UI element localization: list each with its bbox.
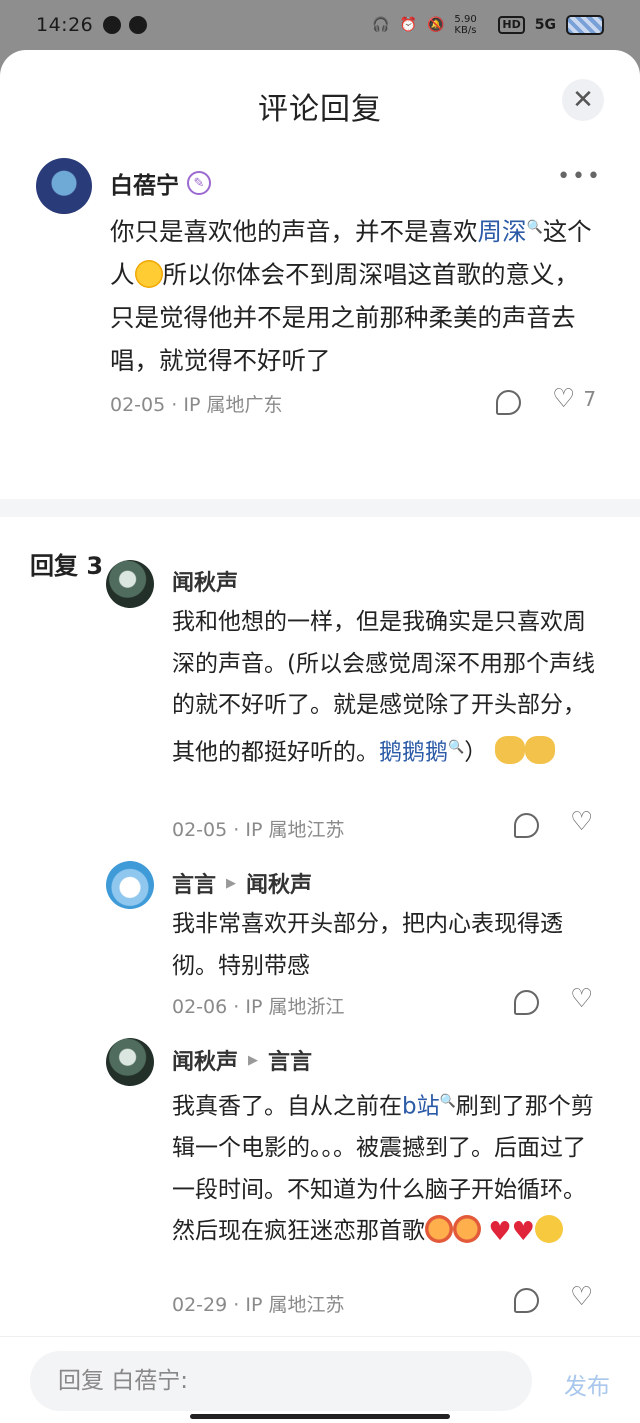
signal-icon: 5G (534, 17, 556, 33)
comment-date: 02-05 (110, 394, 166, 416)
avatar[interactable] (106, 560, 154, 608)
reply-to-arrow-icon: ▶ (248, 1052, 259, 1068)
hd-icon: HD (498, 16, 525, 34)
sheet-title: 评论回复 (258, 92, 382, 127)
net-speed: 5.90 KB/s (454, 14, 477, 36)
main-comment: 白蓓宁 ✎ ••• 你只是喜欢他的声音，并不是喜欢周深🔍这个人 所以你体会不到周深… (0, 154, 640, 449)
status-bar: 14:26 🎧 ⏰ 🔕 5.90 KB/s HD 5G (0, 0, 640, 50)
search-link[interactable]: b站 (402, 1094, 440, 1120)
more-options-icon[interactable]: ••• (557, 164, 602, 189)
reply-text: 我真香了。自从之前在b站🔍刷到了那个剪辑一个电影的。。。被震撼到了。后面过了一段… (172, 1093, 594, 1248)
search-icon: 🔍 (526, 220, 543, 235)
status-time: 14:26 (36, 14, 94, 36)
reply-to-user: 言言 (268, 1050, 313, 1075)
message-notification-icon (129, 16, 148, 34)
cat-emoji-icon (524, 736, 555, 765)
like-button[interactable]: ♡ (570, 1284, 593, 1310)
battery-icon (566, 15, 604, 35)
section-divider (0, 499, 640, 517)
avatar[interactable] (106, 861, 154, 909)
heart-icon: ♡ (570, 807, 594, 837)
comment-bubble-icon (514, 813, 539, 838)
comment-author[interactable]: 白蓓宁 ✎ (110, 166, 211, 200)
close-button[interactable]: ✕ (562, 79, 604, 121)
reply-button[interactable] (496, 390, 521, 415)
reply-text: 我和他想的一样，但是我确实是只喜欢周深的声音。(所以会感觉周深不用那个声线的就不… (172, 609, 595, 766)
home-indicator[interactable] (190, 1414, 450, 1419)
laugh-emoji-icon (134, 260, 163, 289)
reply-input[interactable] (30, 1351, 532, 1411)
cat-emoji-icon (494, 736, 525, 765)
reply-to-arrow-icon: ▶ (226, 875, 237, 891)
like-button[interactable]: ♡ (570, 809, 593, 835)
yum-emoji-icon (425, 1215, 453, 1244)
yum-emoji-icon (453, 1215, 481, 1244)
avatar[interactable] (106, 1038, 154, 1086)
reply-meta: 02-29 · IP 属地江苏 (172, 1294, 345, 1316)
reply-button[interactable] (514, 1288, 539, 1313)
comment-meta: 02-05 · IP 属地广东 (110, 394, 283, 416)
search-icon: 🔍 (439, 1094, 456, 1109)
mute-icon: 🔕 (426, 17, 445, 33)
comment-bubble-icon (514, 1288, 539, 1313)
comment-reply-sheet: 评论回复 ✕ 白蓓宁 ✎ ••• 你只是喜欢他的声音，并不是喜欢周深🔍这个人 所以… (0, 50, 640, 1423)
alarm-icon: ⏰ (399, 17, 417, 33)
like-count: 7 (583, 387, 597, 411)
comment-bubble-icon (496, 390, 521, 415)
author-name: 白蓓宁 (110, 173, 179, 199)
like-button[interactable]: ♡ 7 (552, 386, 596, 412)
reply-button[interactable] (514, 990, 539, 1015)
reply-author[interactable]: 闻秋声 (172, 565, 238, 597)
reply-author[interactable]: 闻秋声 ▶ 言言 (172, 1044, 312, 1076)
reply-to-user: 闻秋声 (246, 873, 313, 898)
sheet-header: 评论回复 ✕ (0, 50, 640, 154)
reply-author[interactable]: 言言 ▶ 闻秋声 (172, 867, 312, 899)
red-heart-emoji-icon: ♥ (488, 1217, 512, 1248)
reply-text: 我非常喜欢开头部分，把内心表现得透彻。特别带感 (172, 911, 563, 979)
reply-meta: 02-06 · IP 属地浙江 (172, 996, 345, 1018)
heart-icon: ♡ (552, 384, 576, 414)
heart-icon: ♡ (570, 984, 594, 1014)
comment-bubble-icon (514, 990, 539, 1015)
comment-ip: IP 属地广东 (183, 394, 283, 416)
reply-composer: 发布 (0, 1336, 640, 1423)
like-button[interactable]: ♡ (570, 986, 593, 1012)
search-icon: 🔍 (448, 739, 465, 755)
search-link[interactable]: 鹅鹅鹅 (379, 739, 448, 765)
close-icon: ✕ (572, 85, 594, 115)
avatar[interactable] (36, 158, 92, 214)
reply-button[interactable] (514, 813, 539, 838)
publish-button[interactable]: 发布 (564, 1367, 610, 1401)
headphone-icon: 🎧 (372, 17, 390, 33)
red-heart-emoji-icon: ♥ (511, 1217, 535, 1248)
reply-meta: 02-05 · IP 属地江苏 (172, 819, 345, 841)
badge-icon: ✎ (187, 171, 211, 195)
comment-text: 你只是喜欢他的声音，并不是喜欢周深🔍这个人 所以你体会不到周深唱这首歌的意义，只是… (110, 217, 592, 376)
heart-icon: ♡ (570, 1282, 594, 1312)
search-link[interactable]: 周深 (478, 217, 527, 246)
relieved-emoji-icon (534, 1215, 563, 1244)
app-notification-icon (103, 16, 122, 34)
replies-count-heading: 回复 3 (30, 552, 104, 580)
